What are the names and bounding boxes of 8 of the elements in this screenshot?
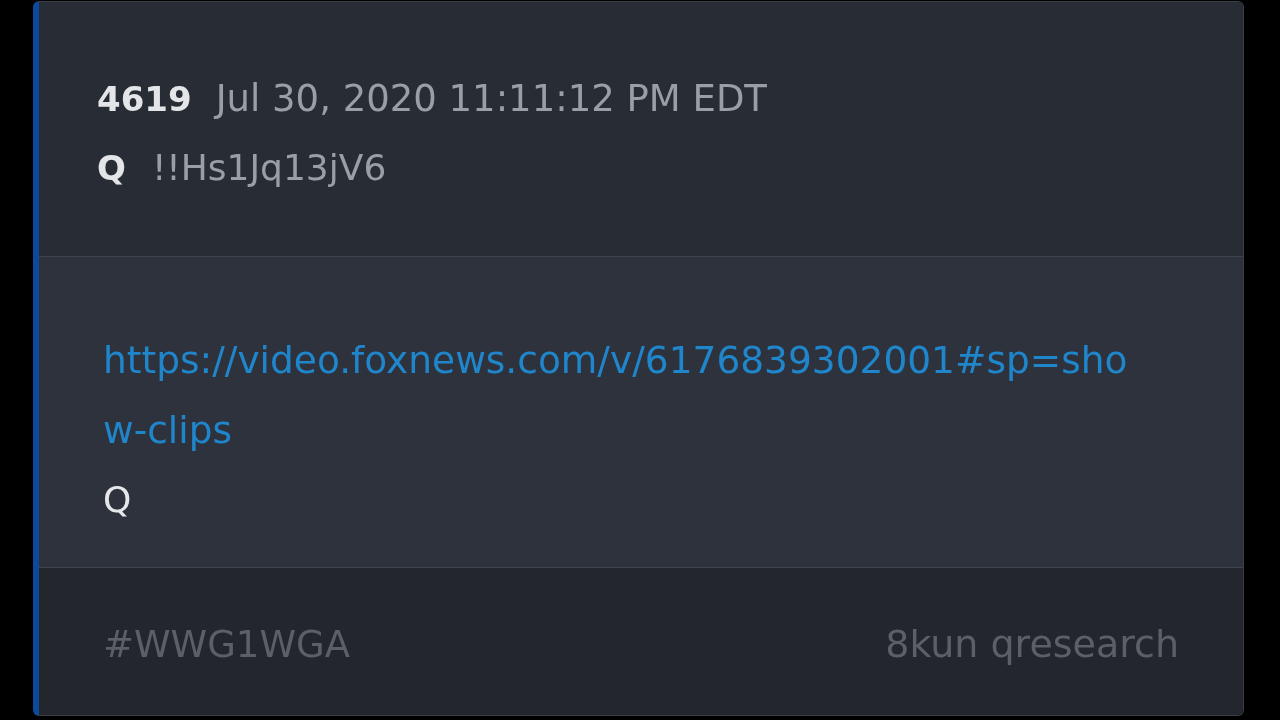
post-timestamp: Jul 30, 2020 11:11:12 PM EDT <box>215 76 767 122</box>
tripcode: !!Hs1Jq13jV6 <box>151 146 387 190</box>
post-number: 4619 <box>97 78 192 121</box>
source-label: 8kun qresearch <box>885 621 1179 668</box>
post-text: Q <box>103 478 132 522</box>
hashtag: #WWG1WGA <box>103 621 350 668</box>
post-link[interactable]: https://video.foxnews.com/v/6176839302001#sp=show-clips <box>103 325 1153 465</box>
author-name: Q <box>97 147 126 190</box>
